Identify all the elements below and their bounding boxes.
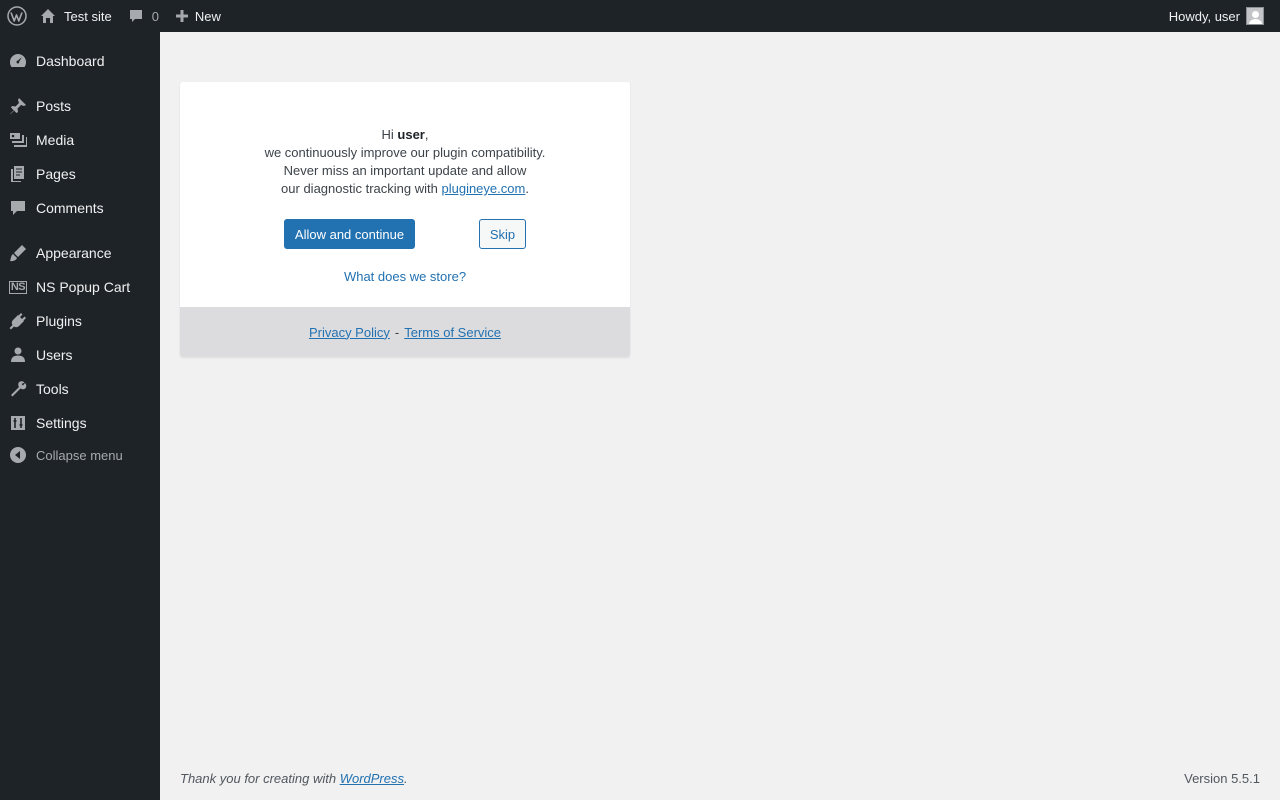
new-label: New — [194, 8, 221, 24]
comment-icon — [0, 198, 36, 218]
sidebar-item-label: Media — [36, 132, 75, 148]
dashboard-icon — [0, 51, 36, 71]
home-icon — [40, 8, 56, 24]
sidebar-item-label: Settings — [36, 415, 87, 431]
collapse-arrow-icon — [0, 446, 36, 464]
wrench-icon — [0, 379, 36, 399]
sidebar-item-label: Comments — [36, 200, 104, 216]
comment-bubble-icon — [128, 8, 144, 24]
sidebar-item-dashboard[interactable]: Dashboard — [0, 44, 160, 78]
sidebar-item-ns-popup-cart[interactable]: NS NS Popup Cart — [0, 270, 160, 304]
sidebar-item-tools[interactable]: Tools — [0, 372, 160, 406]
plus-icon — [175, 9, 189, 23]
message-line-2: Never miss an important update and allow — [283, 163, 527, 178]
sidebar-item-plugins[interactable]: Plugins — [0, 304, 160, 338]
greeting-line: Hi user, — [381, 127, 429, 142]
sidebar-item-label: Users — [36, 347, 73, 363]
account-menu[interactable]: Howdy, user — [1161, 0, 1272, 32]
skip-button[interactable]: Skip — [479, 219, 526, 249]
sidebar-item-comments[interactable]: Comments — [0, 191, 160, 225]
sidebar-item-label: Dashboard — [36, 53, 105, 69]
main-content: Hi user, we continuously improve our plu… — [160, 32, 1280, 800]
collapse-menu-label: Collapse menu — [36, 447, 123, 463]
link-separator: - — [394, 324, 400, 340]
pin-icon — [0, 96, 36, 116]
media-icon — [0, 130, 36, 150]
sidebar-item-settings[interactable]: Settings — [0, 406, 160, 440]
sidebar-item-label: NS Popup Cart — [36, 279, 131, 295]
sliders-icon — [0, 413, 36, 433]
admin-bar: Test site 0 New Howdy, user — [0, 0, 1280, 32]
user-icon — [0, 345, 36, 365]
comments-count: 0 — [151, 8, 159, 24]
optin-card-footer: Privacy Policy - Terms of Service — [180, 307, 630, 357]
plugineye-link[interactable]: plugineye.com — [441, 181, 525, 196]
privacy-policy-link[interactable]: Privacy Policy — [309, 325, 390, 340]
what-we-store-link[interactable]: What does we store? — [180, 269, 630, 284]
sidebar-item-label: Appearance — [36, 245, 112, 261]
sidebar-item-users[interactable]: Users — [0, 338, 160, 372]
howdy-text: Howdy, user — [1168, 8, 1240, 24]
sidebar-item-label: Posts — [36, 98, 72, 114]
wordpress-logo-icon[interactable] — [0, 0, 34, 32]
collapse-menu-button[interactable]: Collapse menu — [0, 438, 160, 472]
sidebar-item-appearance[interactable]: Appearance — [0, 236, 160, 270]
plug-icon — [0, 311, 36, 331]
avatar — [1246, 7, 1264, 25]
sidebar-item-label: Plugins — [36, 313, 82, 329]
optin-card: Hi user, we continuously improve our plu… — [180, 82, 630, 357]
user-name: user — [397, 127, 425, 142]
sidebar-item-posts[interactable]: Posts — [0, 89, 160, 123]
message-line-1: we continuously improve our plugin compa… — [264, 145, 546, 160]
sidebar-item-label: Pages — [36, 166, 76, 182]
brush-icon — [0, 243, 36, 263]
pages-icon — [0, 164, 36, 184]
sidebar-item-media[interactable]: Media — [0, 123, 160, 157]
site-name-link[interactable]: Test site — [34, 0, 120, 32]
footer-version: Version 5.5.1 — [1184, 771, 1260, 786]
sidebar-item-label: Tools — [36, 381, 69, 397]
optin-message: Hi user, we continuously improve our plu… — [180, 126, 630, 198]
comments-link[interactable]: 0 — [120, 0, 167, 32]
ns-logo-icon: NS — [8, 280, 28, 294]
site-name: Test site — [64, 8, 112, 24]
new-content-link[interactable]: New — [167, 0, 229, 32]
wordpress-link[interactable]: WordPress — [340, 771, 404, 786]
terms-of-service-link[interactable]: Terms of Service — [404, 325, 501, 340]
footer-thanks: Thank you for creating with WordPress. — [180, 771, 408, 786]
admin-sidebar: Dashboard Posts Media Pages Comments App… — [0, 32, 160, 800]
sidebar-item-pages[interactable]: Pages — [0, 157, 160, 191]
allow-and-continue-button[interactable]: Allow and continue — [284, 219, 415, 249]
message-line-3: our diagnostic tracking with plugineye.c… — [281, 181, 529, 196]
